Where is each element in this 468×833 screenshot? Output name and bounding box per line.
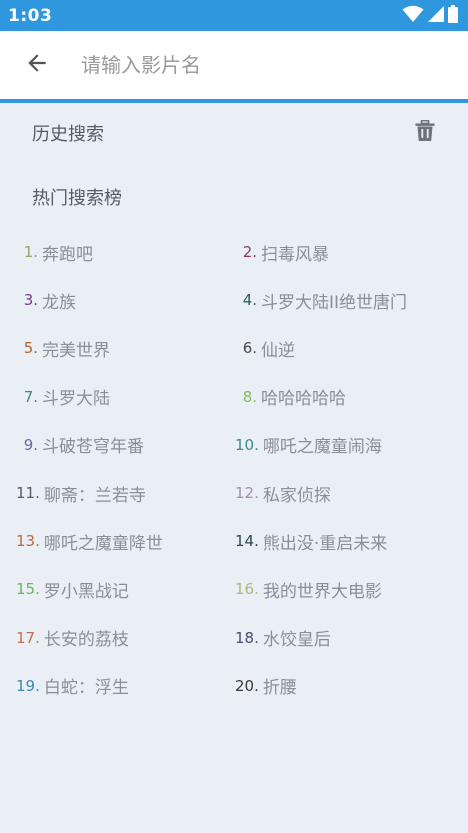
rank-number: 15.: [16, 580, 40, 599]
rank-number: 2.: [242, 243, 257, 262]
hot-search-title: 热门搜索榜: [32, 188, 122, 209]
search-input[interactable]: [81, 45, 441, 85]
history-section-header: 历史搜索: [0, 103, 468, 163]
hot-item-label: 完美世界: [42, 340, 110, 361]
rank-number: 7.: [23, 387, 38, 406]
rank-number: 4.: [242, 291, 257, 310]
hot-item-label: 聊斋：兰若寺: [43, 485, 146, 506]
rank-number: 13.: [16, 532, 40, 551]
signal-icon: [428, 5, 444, 26]
hot-item-5[interactable]: 5. 完美世界: [16, 324, 235, 372]
rank-number: 3.: [23, 291, 38, 310]
rank-number: 18.: [235, 628, 259, 647]
status-time: 1:03: [8, 5, 53, 26]
hot-item-14[interactable]: 14. 熊出没·重启未来: [235, 517, 456, 565]
hot-item-label: 水饺皇后: [262, 630, 331, 651]
status-icons: [402, 4, 458, 27]
search-bar: [0, 31, 468, 99]
hot-item-10[interactable]: 10. 哪吒之魔童闹海: [235, 421, 456, 469]
hot-item-7[interactable]: 7. 斗罗大陆: [16, 373, 235, 421]
rank-number: 10.: [235, 435, 259, 454]
back-button[interactable]: [19, 47, 55, 83]
rank-number: 20.: [235, 676, 259, 695]
hot-item-17[interactable]: 17. 长安的荔枝: [16, 614, 235, 662]
hot-item-label: 罗小黑战记: [43, 581, 129, 602]
rank-number: 5.: [23, 339, 38, 358]
hot-item-label: 仙逆: [261, 340, 295, 361]
clear-history-button[interactable]: [412, 119, 438, 146]
hot-item-2[interactable]: 2. 扫毒风暴: [235, 228, 456, 276]
hot-item-label: 斗罗大陆: [42, 389, 110, 410]
status-bar: 1:03: [0, 0, 468, 31]
history-title: 历史搜索: [32, 124, 104, 145]
hot-item-6[interactable]: 6. 仙逆: [235, 324, 456, 372]
hot-item-8[interactable]: 8. 哈哈哈哈哈: [235, 373, 456, 421]
hot-item-label: 哪吒之魔童闹海: [262, 437, 382, 458]
rank-number: 16.: [235, 580, 259, 599]
hot-item-3[interactable]: 3. 龙族: [16, 276, 235, 324]
rank-number: 11.: [16, 484, 40, 503]
trash-icon: [415, 119, 435, 146]
battery-icon: [448, 4, 458, 27]
hot-item-label: 熊出没·重启未来: [262, 533, 388, 554]
hot-item-18[interactable]: 18. 水饺皇后: [235, 614, 456, 662]
hot-item-label: 哪吒之魔童降世: [43, 533, 163, 554]
rank-number: 9.: [23, 435, 38, 454]
hot-item-1[interactable]: 1. 奔跑吧: [16, 228, 235, 276]
rank-number: 6.: [242, 339, 257, 358]
hot-item-12[interactable]: 12. 私家侦探: [235, 469, 456, 517]
hot-item-label: 斗破苍穹年番: [42, 437, 144, 458]
hot-item-label: 扫毒风暴: [261, 244, 329, 265]
hot-item-4[interactable]: 4. 斗罗大陆II绝世唐门: [235, 276, 456, 324]
hot-item-label: 长安的荔枝: [43, 630, 129, 651]
hot-item-label: 折腰: [262, 678, 297, 699]
hot-item-label: 斗罗大陆II绝世唐门: [261, 292, 408, 313]
hot-item-label: 奔跑吧: [42, 244, 93, 265]
hot-item-label: 我的世界大电影: [262, 581, 382, 602]
arrow-left-icon: [24, 50, 50, 80]
hot-item-16[interactable]: 16. 我的世界大电影: [235, 565, 456, 613]
hot-item-9[interactable]: 9. 斗破苍穹年番: [16, 421, 235, 469]
hot-search-list: 1. 奔跑吧 2. 扫毒风暴 3. 龙族 4. 斗罗大陆II绝世唐门 5. 完美世界 6.…: [16, 228, 456, 710]
rank-number: 8.: [242, 387, 257, 406]
hot-item-13[interactable]: 13. 哪吒之魔童降世: [16, 517, 235, 565]
wifi-icon: [402, 5, 424, 27]
hot-item-11[interactable]: 11. 聊斋：兰若寺: [16, 469, 235, 517]
hot-item-19[interactable]: 19. 白蛇：浮生: [16, 662, 235, 710]
hot-item-20[interactable]: 20. 折腰: [235, 662, 456, 710]
rank-number: 19.: [16, 676, 40, 695]
hot-item-15[interactable]: 15. 罗小黑战记: [16, 565, 235, 613]
rank-number: 12.: [235, 484, 259, 503]
rank-number: 14.: [235, 532, 259, 551]
hot-item-label: 私家侦探: [262, 485, 331, 506]
hot-item-label: 龙族: [42, 292, 76, 313]
rank-number: 1.: [23, 243, 38, 262]
hot-item-label: 哈哈哈哈哈: [261, 389, 346, 410]
rank-number: 17.: [16, 628, 40, 647]
hot-item-label: 白蛇：浮生: [43, 678, 129, 699]
